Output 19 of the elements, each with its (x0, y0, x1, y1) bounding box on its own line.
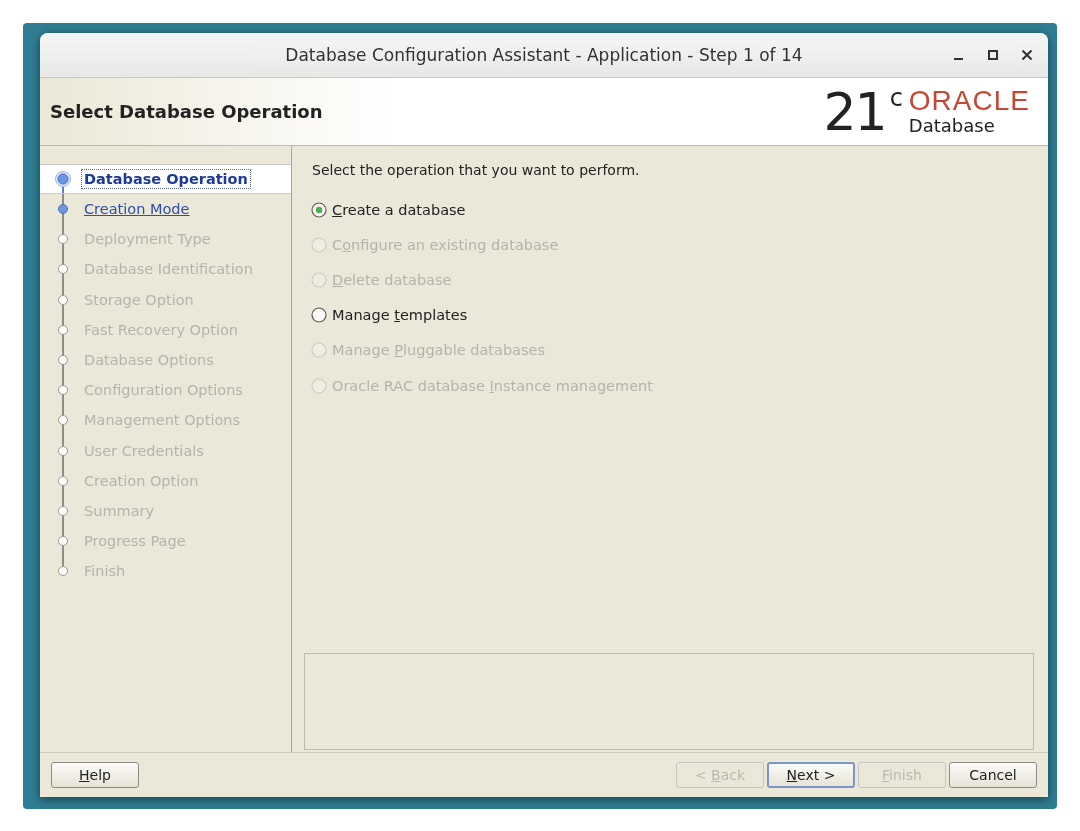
radio-option[interactable]: Create a database (311, 192, 466, 228)
window-title: Database Configuration Assistant - Application - Step 1 of 14 (285, 45, 803, 65)
wizard-step[interactable]: Database Operation (40, 164, 291, 194)
radio-icon (311, 201, 327, 218)
brand-logo: ORACLE (908, 87, 1030, 115)
dialog-button[interactable]: Cancel (949, 762, 1037, 788)
step-dot-icon (55, 171, 71, 187)
radio-icon (311, 342, 327, 359)
radio-icon (311, 236, 327, 253)
page-title: Select Database Operation (50, 101, 323, 122)
radio-icon (311, 307, 327, 324)
radio-icon (311, 271, 327, 288)
radio-icon (311, 377, 327, 394)
dialog-button[interactable]: Help (51, 762, 139, 788)
instruction-text: Select the operation that you want to perform. (312, 162, 641, 178)
dialog-button[interactable]: Next > (767, 762, 855, 788)
product-name: Database (908, 115, 996, 136)
wizard-step[interactable]: Creation Mode (40, 194, 291, 225)
radio-option[interactable]: Manage templates (311, 297, 468, 333)
